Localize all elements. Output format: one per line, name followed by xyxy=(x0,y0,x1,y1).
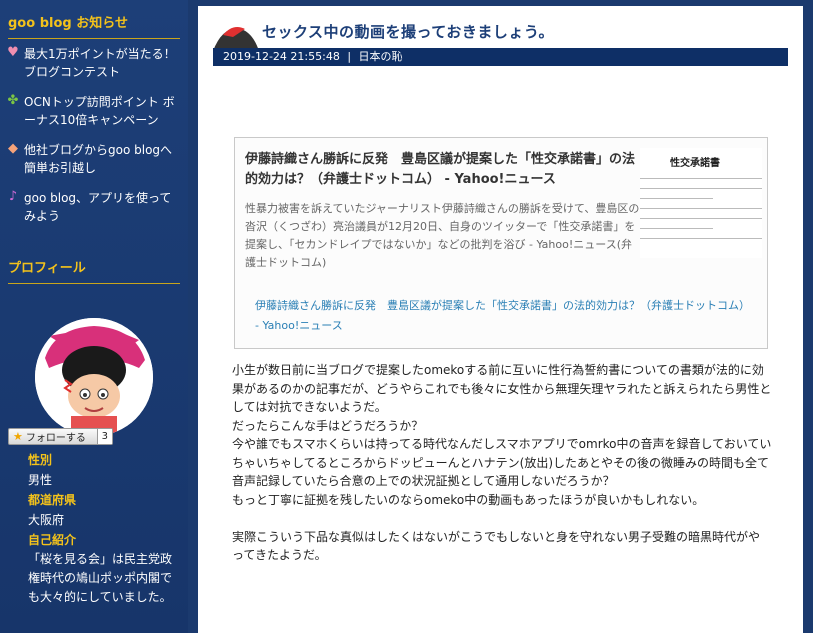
intro-value: 「桜を見る会」は民主党政権時代の鳩山ポッポ内閣でも大々的にしていました。 xyxy=(28,552,173,604)
profile-heading: プロフィール xyxy=(8,261,86,276)
post-body: 小生が数日前に当ブログで提案したomekoする前に互いに性行為誓約書についての書… xyxy=(232,361,772,565)
post-title[interactable]: セックス中の動画を撮っておきましょう。 xyxy=(262,21,554,42)
notice-heading: goo blog お知らせ xyxy=(8,16,128,31)
prefecture-value: 大阪府 xyxy=(28,513,65,527)
intro-label: 自己紹介 xyxy=(28,533,77,547)
profile-details: 性別 男性 都道府県 大阪府 自己紹介 「桜を見る会」は民主党政権時代の鳩山ポッ… xyxy=(28,450,178,607)
gender-value: 男性 xyxy=(28,473,53,487)
avatar-image xyxy=(35,318,153,436)
paragraph: 実際こういう下品な真似はしたくはないがこうでもしないと身を守れない男子受難の暗黒… xyxy=(232,529,761,563)
card-thumbnail[interactable]: 性交承諾書 xyxy=(640,148,762,258)
gender-label: 性別 xyxy=(28,453,53,467)
card-description: 性暴力被害を訴えていたジャーナリスト伊藤詩織さんの勝訴を受けて、豊島区の沓沢（く… xyxy=(245,202,640,269)
heart-icon: ◆ xyxy=(8,141,18,156)
notice-item[interactable]: ♥ 最大1万ポイントが当たる！ブログコンテスト xyxy=(0,45,188,81)
notice-item[interactable]: ◆ 他社ブログからgoo blogへ簡単お引越し xyxy=(0,141,188,177)
thumbnail-lines xyxy=(640,178,762,248)
paragraph: だったらこんな手はどうだろうか？ xyxy=(232,418,424,433)
main-content: セックス中の動画を撮っておきましょう。 2019-12-24 21:55:48 … xyxy=(198,6,803,633)
card-title[interactable]: 伊藤詩織さん勝訴に反発 豊島区議が提案した「性交承諾書」の法的効力は？（弁護士ド… xyxy=(245,150,640,190)
entry-title-icon xyxy=(213,27,259,51)
post-meta-bar: 2019-12-24 21:55:48 | 日本の恥 xyxy=(213,48,788,66)
prefecture-label: 都道府県 xyxy=(28,493,77,507)
meta-separator: | xyxy=(347,50,352,63)
notice-text[interactable]: goo blog、アプリを使ってみよう xyxy=(24,191,171,223)
avatar-wrap xyxy=(0,318,188,436)
post-header: セックス中の動画を撮っておきましょう。 2019-12-24 21:55:48 … xyxy=(198,6,803,66)
card-link[interactable]: 伊藤詩織さん勝訴に反発 豊島区議が提案した「性交承諾書」の法的効力は？（弁護士ド… xyxy=(255,296,750,336)
link-card[interactable]: 伊藤詩織さん勝訴に反発 豊島区議が提案した「性交承諾書」の法的効力は？（弁護士ド… xyxy=(234,137,768,349)
star-icon: ★ xyxy=(13,430,23,443)
music-note-icon: ♪ xyxy=(8,189,18,204)
notice-text[interactable]: 他社ブログからgoo blogへ簡単お引越し xyxy=(24,143,172,175)
thumbnail-title: 性交承諾書 xyxy=(670,158,720,169)
clover-icon: ✤ xyxy=(7,93,19,108)
sidebar: goo blog お知らせ ♥ 最大1万ポイントが当たる！ブログコンテスト ✤ … xyxy=(0,0,188,633)
notice-text[interactable]: 最大1万ポイントが当たる！ブログコンテスト xyxy=(24,47,176,79)
post-datetime: 2019-12-24 21:55:48 xyxy=(223,50,340,63)
follow-count: 3 xyxy=(96,429,112,444)
post-category[interactable]: 日本の恥 xyxy=(359,50,403,63)
avatar[interactable] xyxy=(35,318,153,436)
heart-icon: ♥ xyxy=(7,45,19,60)
notice-item[interactable]: ✤ OCNトップ訪問ポイント ボーナス10倍キャンペーン xyxy=(0,93,188,129)
notice-list: ♥ 最大1万ポイントが当たる！ブログコンテスト ✤ OCNトップ訪問ポイント ボ… xyxy=(0,45,188,225)
paragraph: 小生が数日前に当ブログで提案したomekoする前に互いに性行為誓約書についての書… xyxy=(232,363,772,414)
paragraph: 今や誰でもスマホくらいは持ってる時代なんだしスマホアプリでomrko中の音声を録… xyxy=(232,437,772,488)
paragraph: もっと丁寧に証拠を残したいのならomeko中の動画もあったほうが良いかもしれない… xyxy=(232,492,705,507)
notice-text[interactable]: OCNトップ訪問ポイント ボーナス10倍キャンペーン xyxy=(24,95,175,127)
divider xyxy=(8,38,180,39)
notice-item[interactable]: ♪ goo blog、アプリを使ってみよう xyxy=(0,189,188,225)
follow-label: フォローする xyxy=(25,433,86,444)
follow-button[interactable]: ★ フォローする 3 xyxy=(8,428,113,445)
divider xyxy=(8,283,180,284)
